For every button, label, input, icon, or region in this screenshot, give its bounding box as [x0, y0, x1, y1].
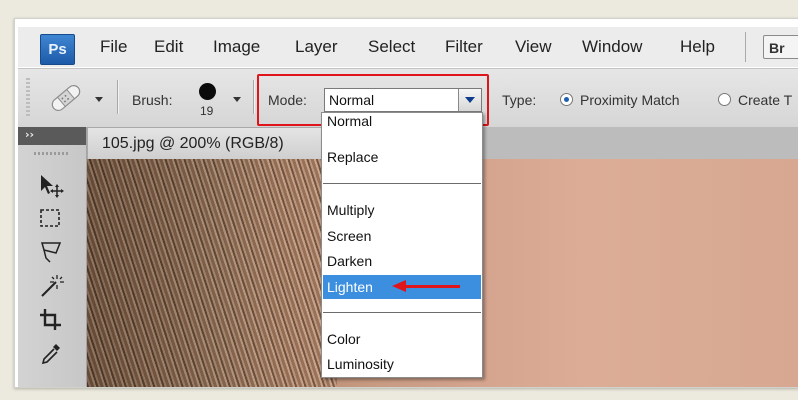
options-separator	[117, 80, 119, 114]
mode-option-darken[interactable]: Darken	[323, 249, 481, 273]
photoshop-logo: Ps	[40, 34, 75, 65]
document-tab[interactable]: 105.jpg @ 200% (RGB/8)	[87, 127, 323, 159]
type-label: Type:	[502, 92, 537, 108]
marquee-tool-icon[interactable]	[36, 205, 66, 233]
brush-size-value: 19	[200, 104, 214, 118]
proximity-match-label[interactable]: Proximity Match	[580, 92, 680, 108]
mode-option-luminosity[interactable]: Luminosity	[323, 352, 481, 376]
image-canvas-hair-region	[87, 159, 337, 387]
menu-view[interactable]: View	[515, 37, 552, 57]
mode-dropdown-list: Normal Replace Multiply Screen Darken Li…	[321, 112, 483, 378]
mode-option-multiply[interactable]: Multiply	[323, 198, 481, 222]
lasso-tool-icon[interactable]	[36, 238, 66, 266]
dropdown-separator	[323, 183, 481, 184]
bridge-button[interactable]: Br	[763, 35, 798, 59]
tool-preset-chevron-down-icon[interactable]	[95, 97, 103, 102]
mode-option-color[interactable]: Color	[323, 327, 481, 351]
mode-option-screen[interactable]: Screen	[323, 224, 481, 248]
menu-filter[interactable]: Filter	[445, 37, 483, 57]
menu-file[interactable]: File	[100, 37, 127, 57]
brush-label: Brush:	[132, 92, 173, 108]
menu-window[interactable]: Window	[582, 37, 642, 57]
mode-option-replace[interactable]: Replace	[323, 145, 481, 169]
options-separator	[253, 80, 255, 114]
create-texture-label[interactable]: Create T	[738, 92, 792, 108]
dropdown-separator	[323, 312, 481, 313]
toolbox-header: ››	[18, 127, 86, 145]
menu-select[interactable]: Select	[368, 37, 415, 57]
eyedropper-tool-icon[interactable]	[36, 340, 66, 368]
annotation-arrow-shaft	[404, 285, 460, 288]
menu-help[interactable]: Help	[680, 37, 715, 57]
crop-tool-icon[interactable]	[36, 306, 66, 334]
toolbox-grip[interactable]	[34, 152, 68, 155]
collapse-panel-icon[interactable]: ››	[25, 128, 34, 141]
proximity-match-radio[interactable]	[560, 93, 573, 106]
move-tool-icon[interactable]	[36, 172, 66, 200]
options-grip[interactable]	[26, 78, 30, 118]
mode-option-normal[interactable]: Normal	[323, 114, 481, 133]
magic-wand-tool-icon[interactable]	[36, 272, 66, 300]
annotation-arrow-icon	[392, 280, 406, 292]
document-tab-title: 105.jpg @ 200% (RGB/8)	[102, 135, 284, 152]
healing-brush-tool-icon[interactable]	[46, 82, 86, 114]
menu-image[interactable]: Image	[213, 37, 260, 57]
menu-layer[interactable]: Layer	[295, 37, 338, 57]
brush-tip-preview-icon[interactable]	[199, 83, 216, 100]
brush-picker-chevron-down-icon[interactable]	[233, 97, 241, 102]
create-texture-radio[interactable]	[718, 93, 731, 106]
menu-separator	[745, 32, 746, 62]
menu-edit[interactable]: Edit	[154, 37, 183, 57]
